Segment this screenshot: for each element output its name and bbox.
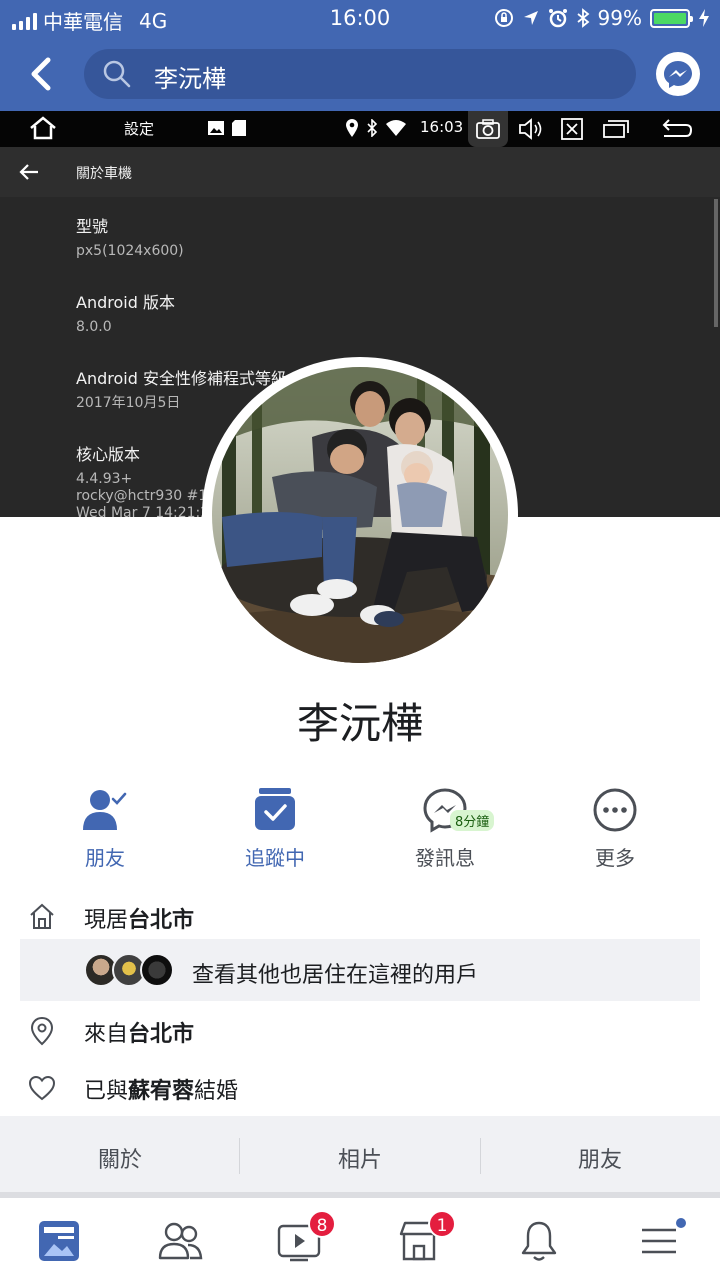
profile-name: 李沅樺 xyxy=(296,699,423,748)
family-photo xyxy=(212,367,508,663)
nav-marketplace[interactable]: 1 xyxy=(396,1210,456,1268)
see-others-row[interactable]: 查看其他也居住在這裡的用戶 xyxy=(20,939,700,1001)
cover-item-android-version: Android 版本 8.0.0 xyxy=(76,289,175,336)
search-input[interactable]: 李沅樺 xyxy=(84,49,636,99)
following-label: 追蹤中 xyxy=(245,846,305,870)
search-text: 李沅樺 xyxy=(154,65,226,93)
profile-picture[interactable] xyxy=(212,367,508,663)
chevron-left-icon xyxy=(31,57,51,91)
battery-percent: 99% xyxy=(597,6,642,30)
more-label: 更多 xyxy=(595,846,635,870)
status-bar: 中華電信 4G 16:00 99% xyxy=(0,0,720,38)
from-city-link[interactable]: 台北市 xyxy=(128,1022,194,1047)
cover-item-kernel: 核心版本 4.4.93+ rocky@hctr930 #14 Wed Mar 7… xyxy=(76,441,218,517)
home-icon xyxy=(30,116,56,140)
bluetooth-icon xyxy=(576,8,589,28)
cover-title-bar: 關於車機 xyxy=(0,147,720,197)
close-app-icon xyxy=(561,118,583,140)
search-icon xyxy=(103,60,131,88)
friend-check-icon xyxy=(83,790,127,830)
from-prefix: 來自 xyxy=(84,1022,129,1047)
return-icon xyxy=(662,119,693,137)
cover-item-key: Android 版本 xyxy=(76,293,175,312)
marketplace-badge: 1 xyxy=(428,1210,456,1238)
tab-about[interactable]: 關於 xyxy=(0,1142,240,1174)
battery-icon xyxy=(650,8,693,28)
cover-clock: 16:03 xyxy=(420,118,464,136)
bell-icon xyxy=(521,1221,557,1261)
nav-notifications[interactable] xyxy=(516,1218,566,1268)
arrow-left-icon xyxy=(19,164,38,180)
tab-friends[interactable]: 朋友 xyxy=(480,1142,720,1174)
message-button[interactable]: 8分鐘 發訊息 xyxy=(380,786,510,871)
location-pin-icon xyxy=(30,1016,54,1046)
following-icon xyxy=(255,788,295,830)
cover-item-value: px5(1024x600) xyxy=(76,243,184,259)
avatar xyxy=(140,953,174,987)
back-button[interactable] xyxy=(24,52,64,96)
cover-item-key: 型號 xyxy=(76,217,109,236)
see-others-text: 查看其他也居住在這裡的用戶 xyxy=(192,963,479,988)
cover-scrollbar xyxy=(714,199,718,327)
volume-icon xyxy=(519,118,542,140)
message-time-badge: 8分鐘 xyxy=(450,810,495,831)
camera-icon xyxy=(476,119,500,139)
tab-photos[interactable]: 相片 xyxy=(240,1142,480,1174)
cover-android-statusbar: 設定 16:03 xyxy=(0,111,720,147)
cover-item-value: 8.0.0 xyxy=(76,319,112,335)
nav-friends[interactable] xyxy=(156,1218,206,1268)
married-prefix: 已與 xyxy=(84,1079,129,1104)
cover-settings-label: 設定 xyxy=(124,120,155,138)
friends-label: 朋友 xyxy=(85,846,125,870)
cover-location-icon xyxy=(346,119,358,137)
app-header: 中華電信 4G 16:00 99% 李沅樺 xyxy=(0,0,720,111)
messenger-button[interactable] xyxy=(656,52,700,96)
watch-badge: 8 xyxy=(308,1210,336,1238)
bottom-nav: 8 1 xyxy=(0,1204,720,1280)
cover-camera-tab xyxy=(468,111,508,147)
alarm-icon xyxy=(548,9,567,28)
charging-icon xyxy=(699,9,709,27)
gallery-icon xyxy=(208,121,224,135)
more-icon xyxy=(593,788,637,832)
friends-button[interactable]: 朋友 xyxy=(40,786,170,871)
nav-menu[interactable] xyxy=(636,1216,688,1268)
recents-icon xyxy=(603,120,629,138)
profile-tabs: 關於 相片 朋友 xyxy=(0,1116,720,1198)
cover-item-key: Android 安全性修補程式等級 xyxy=(76,369,287,388)
sdcard-icon xyxy=(232,120,246,136)
spouse-link[interactable]: 蘇宥蓉 xyxy=(128,1079,194,1104)
more-button[interactable]: 更多 xyxy=(550,786,680,871)
news-feed-icon xyxy=(39,1221,79,1261)
friends-icon xyxy=(158,1222,203,1260)
cover-item-model: 型號 px5(1024x600) xyxy=(76,213,184,260)
nav-news-feed[interactable] xyxy=(36,1218,86,1268)
lives-city-link[interactable]: 台北市 xyxy=(128,908,194,933)
married-suffix: 結婚 xyxy=(194,1079,239,1104)
wifi-icon xyxy=(386,120,406,136)
cover-item-value: 4.4.93+ rocky@hctr930 #14 Wed Mar 7 14:2… xyxy=(76,471,219,517)
lives-prefix: 現居 xyxy=(84,908,129,933)
home-icon xyxy=(30,903,54,929)
cover-bluetooth-icon xyxy=(367,119,378,137)
following-button[interactable]: 追蹤中 xyxy=(210,786,340,871)
cover-title: 關於車機 xyxy=(76,166,132,182)
message-label: 發訊息 xyxy=(415,846,475,870)
location-icon xyxy=(523,11,538,25)
heart-icon xyxy=(28,1075,56,1101)
rotation-lock-icon xyxy=(494,9,513,27)
cover-item-key: 核心版本 xyxy=(76,445,141,464)
messenger-icon xyxy=(664,61,692,88)
menu-notification-dot xyxy=(674,1216,688,1230)
nav-watch[interactable]: 8 xyxy=(276,1210,336,1268)
